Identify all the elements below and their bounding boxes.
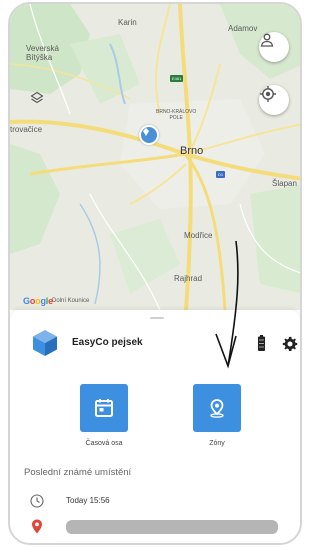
zones-button[interactable]: [193, 384, 241, 432]
last-location-heading: Poslední známé umístění: [24, 467, 132, 478]
device-sheet[interactable]: EasyCo pejsek Časová osa Zóny Poslední z…: [10, 310, 300, 543]
pet-location-marker[interactable]: [139, 125, 159, 145]
map-label-karin: Karin: [118, 18, 137, 27]
gear-icon[interactable]: [282, 336, 298, 352]
layers-icon: [30, 91, 44, 104]
zones-label: Zóny: [209, 440, 225, 447]
map-label-slapanice: Šlapan: [272, 179, 297, 188]
map-label-veverska-bityska: Veverská Bítýška: [26, 44, 59, 62]
clock-icon: [30, 494, 44, 508]
paw-marker-icon: [143, 128, 149, 136]
battery-icon: [258, 335, 265, 351]
cube-icon: [33, 330, 57, 356]
map-view[interactable]: Karin Adamov Veverská Bítýška trovačice …: [10, 4, 300, 310]
google-attribution: Google: [23, 296, 53, 306]
gps-target-icon: [260, 86, 276, 102]
last-seen-time: Today 15:56: [66, 496, 110, 505]
map-label-rozdrojovice: trovačice: [10, 125, 43, 134]
map-label-rajhrad: Rajhrad: [174, 274, 203, 283]
map-label-dolni-kounice: Dolní Kounice: [52, 298, 90, 304]
road-badge-d1: D1: [216, 171, 226, 178]
map-label-kralovo-pole: BRNO-KRÁLOVO POLE: [156, 109, 197, 121]
last-seen-row: Today 15:56: [28, 493, 288, 511]
timeline-label: Časová osa: [85, 440, 123, 447]
location-pin-icon: [32, 519, 42, 534]
timeline-button[interactable]: [80, 384, 128, 432]
profile-button[interactable]: [259, 32, 289, 62]
road-badge-e461: E461: [170, 75, 184, 82]
layers-button[interactable]: [30, 91, 48, 109]
map-label-adamov: Adamov: [228, 24, 258, 33]
calendar-icon: [95, 399, 113, 417]
sheet-drag-handle[interactable]: [150, 317, 164, 319]
address-row[interactable]: [28, 518, 288, 536]
address-redacted: [66, 520, 278, 534]
map-label-brno: Brno: [180, 145, 204, 157]
phone-frame: Karin Adamov Veverská Bítýška trovačice …: [8, 2, 302, 545]
device-header: EasyCo pejsek: [30, 327, 298, 359]
locate-button[interactable]: [259, 85, 289, 115]
person-icon: [260, 33, 274, 47]
map-label-modrice: Modřice: [184, 231, 213, 240]
map-pin-icon: [210, 399, 224, 418]
device-name: EasyCo pejsek: [72, 337, 143, 348]
